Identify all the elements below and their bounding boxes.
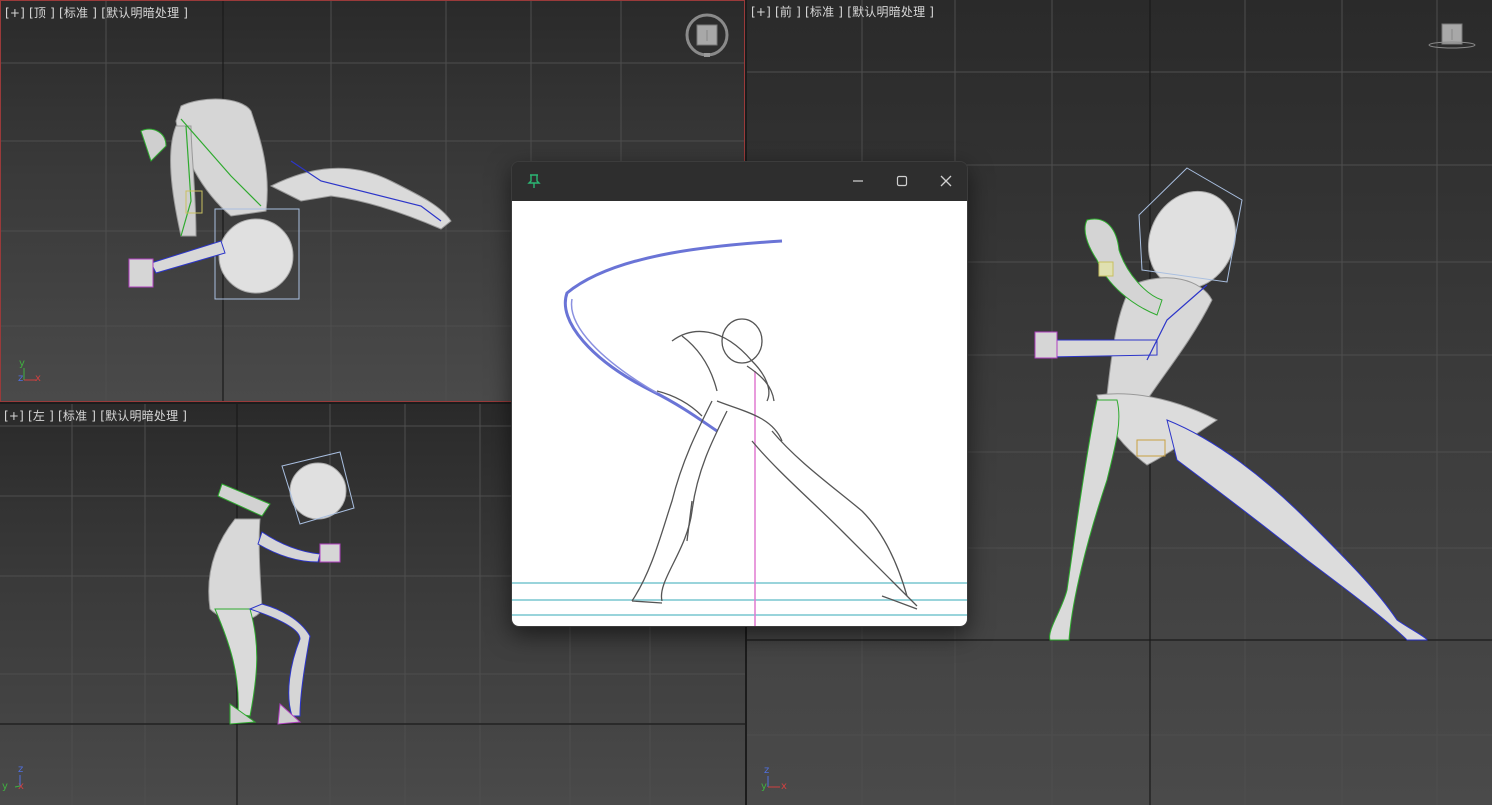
axis-tripod-icon: [23, 368, 36, 381]
minimize-icon: [853, 180, 863, 182]
viewport-label: [+] [前 ] [标准 ] [默认明暗处理 ]: [751, 3, 938, 20]
viewport-view-name[interactable]: [顶 ]: [29, 6, 55, 20]
viewport-shading-mode[interactable]: [默认明暗处理 ]: [847, 5, 934, 19]
viewport-view-name[interactable]: [前 ]: [775, 5, 801, 19]
viewport-menu-plus[interactable]: [+]: [5, 6, 25, 20]
close-icon: [940, 175, 952, 187]
maximize-button[interactable]: [882, 168, 922, 194]
viewport-label: [+] [顶 ] [标准 ] [默认明暗处理 ]: [5, 4, 192, 21]
viewport-menu-plus[interactable]: [+]: [4, 409, 24, 423]
reference-sketch-image: [512, 201, 967, 626]
reference-image-window[interactable]: [511, 161, 968, 627]
character-model[interactable]: [128, 98, 452, 300]
viewport-shading-mode[interactable]: [默认明暗处理 ]: [100, 409, 187, 423]
viewport-camera-mode[interactable]: [标准 ]: [58, 409, 96, 423]
axis-x-label: x: [781, 781, 787, 792]
viewport-view-name[interactable]: [左 ]: [28, 409, 54, 423]
close-button[interactable]: [926, 168, 966, 194]
character-model[interactable]: [208, 451, 355, 725]
maximize-icon: [896, 175, 908, 187]
viewcube-icon[interactable]: [684, 13, 730, 59]
axis-y-label: y: [2, 781, 8, 792]
viewport-camera-mode[interactable]: [标准 ]: [59, 6, 97, 20]
viewcube-icon[interactable]: [1427, 20, 1477, 50]
viewport-camera-mode[interactable]: [标准 ]: [805, 5, 843, 19]
axis-tripod-icon: [767, 776, 780, 788]
viewport-shading-mode[interactable]: [默认明暗处理 ]: [101, 6, 188, 20]
axis-tripod-icon: [14, 775, 21, 788]
pin-icon: [527, 174, 541, 188]
viewport-label: [+] [左 ] [标准 ] [默认明暗处理 ]: [4, 407, 191, 424]
pin-button[interactable]: [514, 168, 554, 194]
pose-sketch: [512, 239, 967, 626]
character-model[interactable]: [1034, 167, 1428, 641]
minimize-button[interactable]: [838, 168, 878, 194]
window-titlebar[interactable]: [512, 162, 967, 201]
viewport-menu-plus[interactable]: [+]: [751, 5, 771, 19]
